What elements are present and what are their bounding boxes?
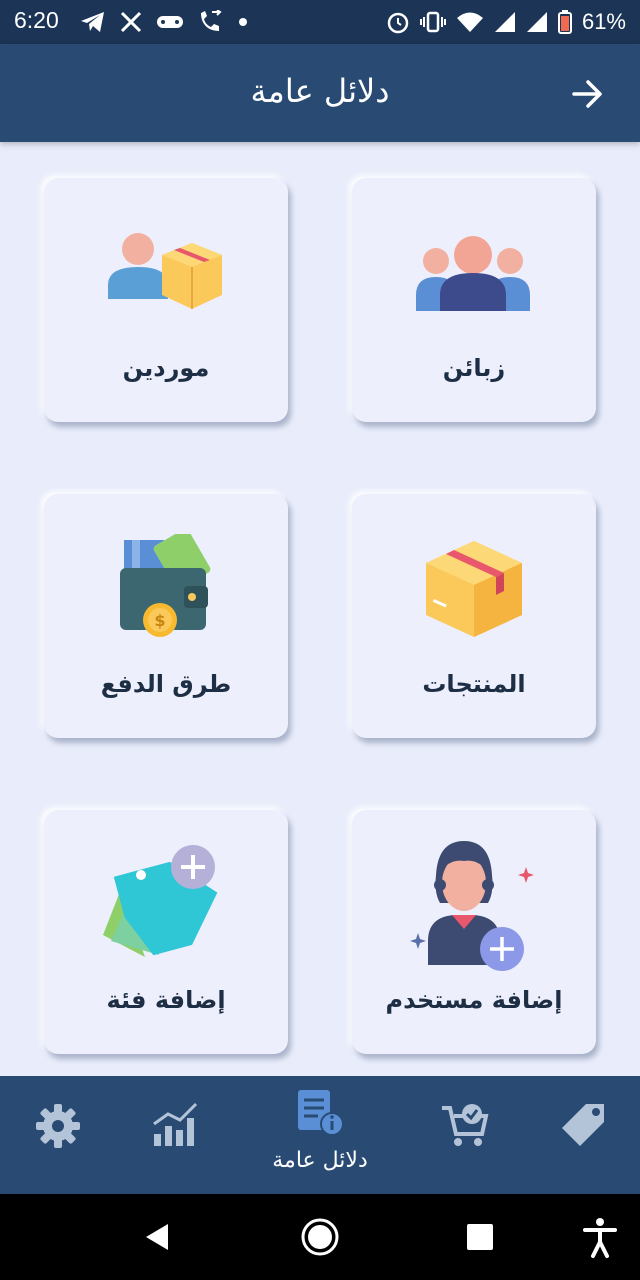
alarm-icon (387, 12, 409, 34)
recents-square-icon[interactable] (457, 1214, 503, 1260)
telegram-icon (81, 12, 104, 32)
suppliers-card[interactable]: موردين (44, 178, 288, 422)
nav-item-reports[interactable] (130, 1076, 220, 1194)
customers-card[interactable]: زبائن (352, 178, 596, 422)
tag-icon (562, 1104, 604, 1146)
product-box-icon (426, 541, 522, 637)
system-navigation-bar (0, 1194, 640, 1280)
home-circle-icon[interactable] (297, 1214, 343, 1260)
suppliers-label: موردين (122, 354, 210, 382)
nav-item-tags[interactable] (540, 1076, 630, 1194)
nav-item-settings[interactable] (14, 1076, 104, 1194)
vibrate-icon (419, 11, 446, 33)
chart-icon (153, 1102, 198, 1146)
call-forward-icon (201, 10, 222, 31)
battery-percent: 61% (581, 9, 626, 34)
supplier-box-icon (108, 233, 222, 309)
nav-item-sales[interactable] (420, 1076, 520, 1194)
accessibility-icon[interactable] (577, 1214, 623, 1260)
payment-methods-card[interactable]: $ طرق الدفع (44, 494, 288, 738)
notification-icons (80, 9, 248, 35)
add-category-tag-icon (103, 845, 218, 957)
voicemail-icon (157, 16, 183, 28)
payment-methods-label: طرق الدفع (100, 670, 232, 698)
system-status-icons: 61% (386, 9, 626, 35)
arrow-right-icon[interactable] (566, 74, 610, 114)
products-label: المنتجات (422, 670, 526, 698)
add-category-label: إضافة فئة (106, 986, 226, 1014)
customers-label: زبائن (442, 354, 506, 382)
status-time: 6:20 (14, 7, 59, 33)
svg-text:$: $ (154, 611, 165, 630)
page-title: دلائل عامة (250, 72, 390, 110)
products-card[interactable]: المنتجات (352, 494, 596, 738)
add-category-card[interactable]: إضافة فئة (44, 810, 288, 1054)
signal-icon (494, 12, 515, 32)
directory-book-icon (298, 1090, 344, 1136)
bottom-navigation: دلائل عامة (0, 1076, 640, 1194)
customers-group-icon (416, 236, 530, 311)
nav-item-directories[interactable]: دلائل عامة (250, 1076, 390, 1194)
add-user-card[interactable]: إضافة مستخدم (352, 810, 596, 1054)
add-user-icon (410, 841, 534, 971)
battery-icon (557, 10, 572, 34)
app-bar: دلائل عامة (0, 44, 640, 142)
status-bar: 6:20 61% (0, 0, 640, 44)
wifi-icon (456, 12, 483, 32)
signal-icon (526, 12, 547, 32)
gear-icon (36, 1104, 80, 1148)
dot-icon (239, 18, 247, 26)
wallet-icon: $ (120, 534, 211, 637)
nav-label-directories: دلائل عامة (272, 1148, 368, 1173)
add-user-label: إضافة مستخدم (385, 986, 563, 1014)
back-triangle-icon[interactable] (136, 1214, 182, 1260)
x-icon (120, 11, 142, 33)
cart-check-icon (442, 1104, 489, 1146)
